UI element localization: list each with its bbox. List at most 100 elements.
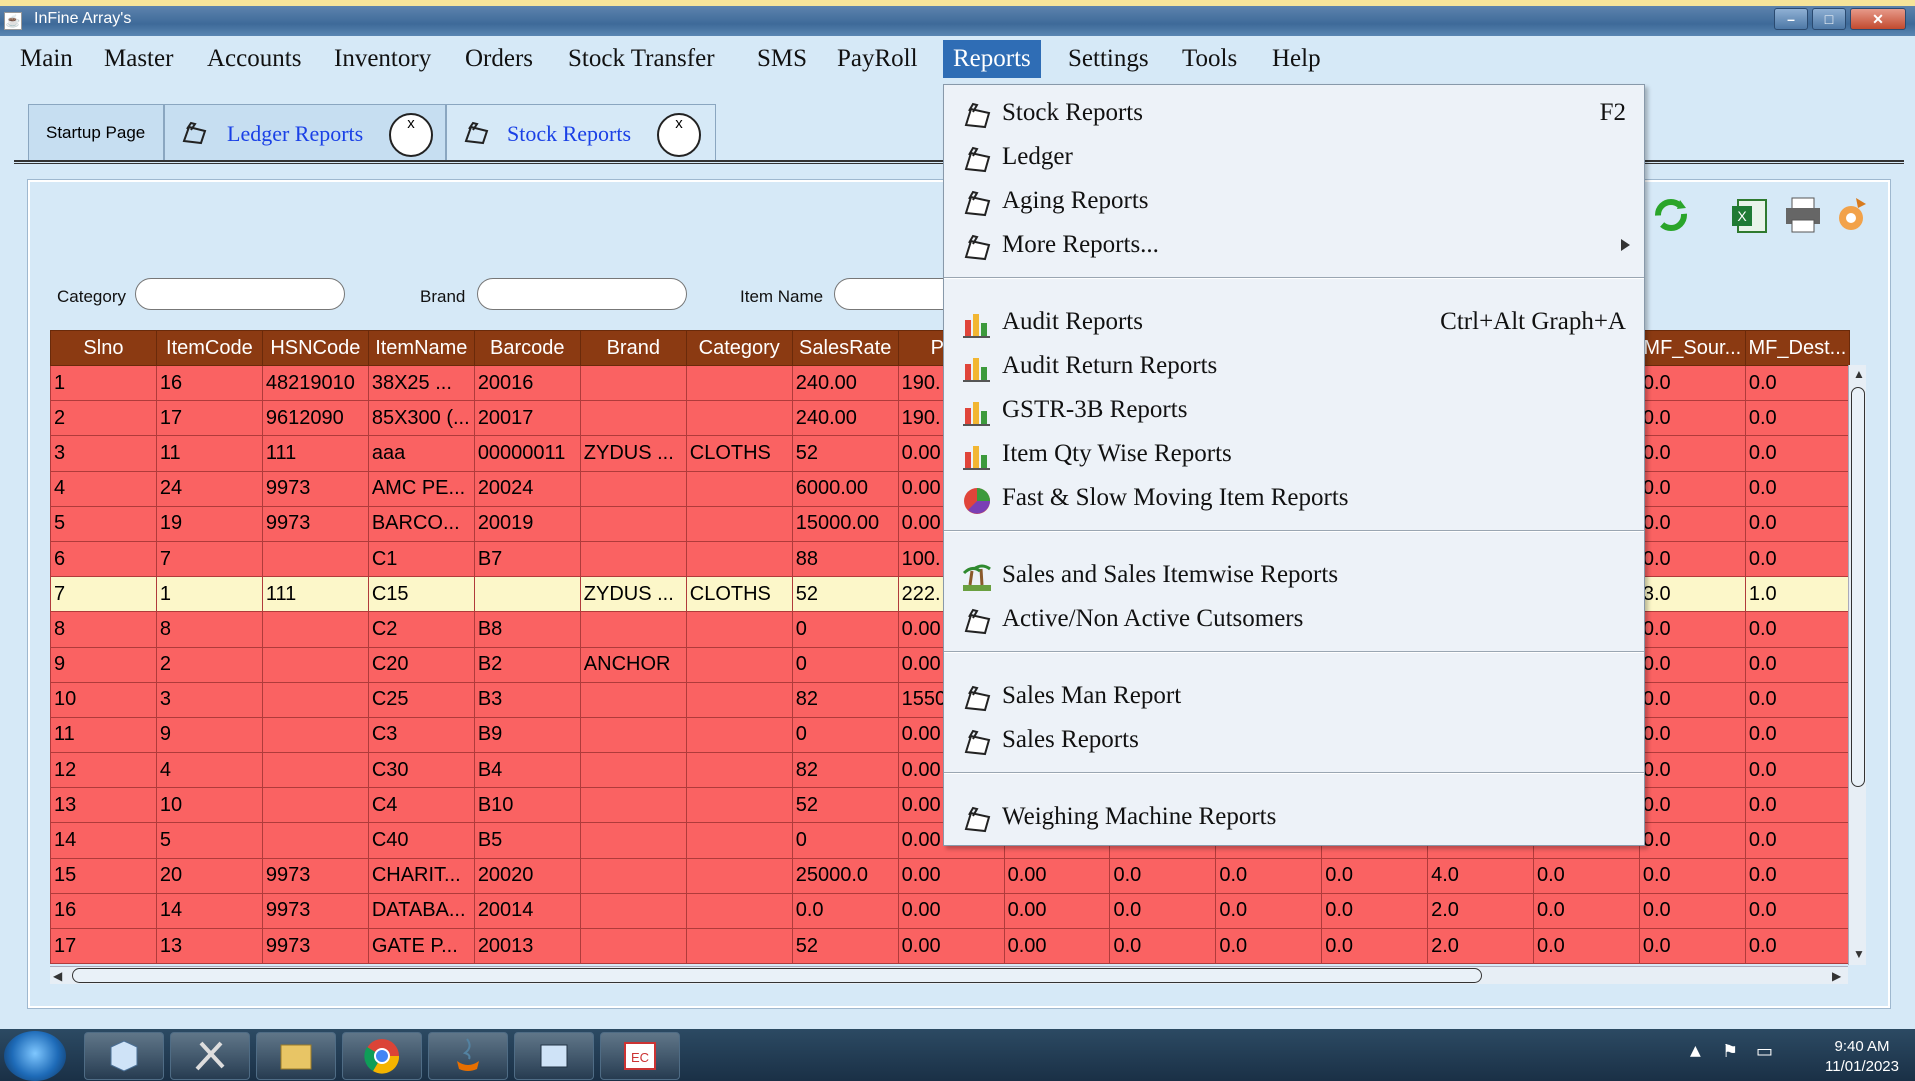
table-cell: 0.0 — [1638, 646, 1746, 683]
table-cell: 0.0 — [1744, 716, 1851, 754]
menu-inventory[interactable]: Inventory — [324, 40, 441, 78]
tab-stock-reports[interactable]: Stock Reports x — [446, 104, 716, 162]
table-cell: 16 — [155, 364, 263, 402]
scroll-thumb[interactable] — [72, 968, 1482, 983]
menu-item-label: More Reports... — [1002, 231, 1159, 258]
category-input[interactable] — [135, 278, 345, 310]
menu-item-label: Audit Reports — [1002, 308, 1143, 335]
table-cell: 0.0 — [1744, 400, 1851, 437]
menu-item-item-qty-wise-reports[interactable]: Item Qty Wise Reports — [944, 434, 1644, 478]
tab-close-button[interactable]: x — [657, 113, 701, 157]
table-cell: 9973 — [261, 857, 369, 894]
menu-sms[interactable]: SMS — [747, 40, 817, 78]
taskbar-box-app[interactable] — [84, 1032, 164, 1080]
table-cell: 0.0 — [1638, 927, 1746, 965]
excel-icon[interactable]: X — [1730, 194, 1772, 236]
column-header[interactable]: SalesRate — [791, 330, 899, 366]
menu-reports[interactable]: Reports — [943, 40, 1041, 78]
table-cell: C3 — [367, 716, 475, 754]
close-button[interactable]: ✕ — [1850, 8, 1906, 30]
start-button[interactable] — [4, 1031, 66, 1081]
java-app-icon: ☕ — [4, 12, 22, 30]
table-cell: 0.0 — [1744, 787, 1851, 824]
menu-accounts[interactable]: Accounts — [197, 40, 311, 78]
table-cell: 82 — [791, 752, 899, 789]
scroll-right-icon[interactable]: ▶ — [1832, 969, 1841, 983]
menu-item-more-reports[interactable]: More Reports... — [944, 225, 1644, 269]
column-header[interactable]: HSNCode — [261, 330, 369, 366]
table-cell: 0.0 — [1744, 435, 1851, 472]
table-cell: 88 — [791, 540, 899, 578]
column-header[interactable]: MF_Sour... — [1638, 330, 1746, 366]
menu-item-sales-and-sales-itemwise-reports[interactable]: Sales and Sales Itemwise Reports — [944, 555, 1644, 599]
taskbar-java-app[interactable] — [428, 1032, 508, 1080]
menu-item-stock-reports[interactable]: Stock Reports F2 — [944, 93, 1644, 137]
column-header[interactable]: ItemCode — [155, 330, 263, 366]
taskbar-explorer-app[interactable] — [256, 1032, 336, 1080]
taskbar-window-app[interactable] — [514, 1032, 594, 1080]
svg-text:X: X — [1737, 208, 1747, 224]
reports-menu: Stock Reports F2 Ledger Aging Reports More R… — [943, 84, 1645, 846]
scroll-down-icon[interactable]: ▼ — [1853, 947, 1865, 961]
brand-input[interactable] — [477, 278, 687, 310]
table-row[interactable]: 17 13 9973 GATE P... 20013 52 0.00 0.00 0.0 0.0 0.… — [50, 927, 1851, 965]
table-cell — [261, 787, 369, 824]
table-cell: 2 — [155, 646, 263, 683]
tab-close-button[interactable]: x — [389, 113, 433, 157]
column-header[interactable]: Category — [685, 330, 793, 366]
table-cell: 0.0 — [1638, 505, 1746, 542]
column-header[interactable]: MF_Dest... — [1744, 330, 1851, 366]
action-center-icon[interactable]: ⚑ — [1722, 1041, 1738, 1062]
menu-item-sales-man-report[interactable]: Sales Man Report — [944, 676, 1644, 720]
horizontal-scrollbar[interactable]: ◀ ▶ — [50, 966, 1848, 984]
table-cell: 0 — [791, 716, 899, 754]
tray-expand-icon[interactable]: ▲ — [1690, 1043, 1701, 1059]
menu-orders[interactable]: Orders — [455, 40, 543, 78]
scroll-up-icon[interactable]: ▲ — [1853, 367, 1865, 381]
table-cell: 5 — [155, 822, 263, 859]
table-cell: CLOTHS — [685, 576, 793, 613]
menu-payroll[interactable]: PayRoll — [827, 40, 928, 78]
menu-tools[interactable]: Tools — [1172, 40, 1247, 78]
menu-help[interactable]: Help — [1262, 40, 1331, 78]
vertical-scrollbar[interactable]: ▲ ▼ — [1848, 365, 1866, 965]
tab-label: Startup Page — [46, 123, 146, 142]
menu-item-ledger[interactable]: Ledger — [944, 137, 1644, 181]
scroll-thumb[interactable] — [1851, 387, 1865, 787]
menu-main[interactable]: Main — [10, 40, 83, 78]
column-header[interactable]: Brand — [579, 330, 687, 366]
menu-item-audit-return-reports[interactable]: Audit Return Reports — [944, 346, 1644, 390]
taskbar-clock[interactable]: 9:40 AM 11/01/2023 — [1825, 1037, 1899, 1077]
menu-stock-transfer[interactable]: Stock Transfer — [558, 40, 725, 78]
refresh-icon[interactable] — [1650, 194, 1692, 236]
menu-item-gstr-3b-reports[interactable]: GSTR-3B Reports — [944, 390, 1644, 434]
column-header[interactable]: ItemName — [367, 330, 475, 366]
taskbar-ec-app[interactable]: EC — [600, 1032, 680, 1080]
printer-icon[interactable] — [1782, 194, 1824, 236]
menu-item-weighing-machine-reports[interactable]: Weighing Machine Reports — [944, 797, 1644, 841]
menu-item-aging-reports[interactable]: Aging Reports — [944, 181, 1644, 225]
table-row[interactable]: 15 20 9973 CHARIT... 20020 25000.0 0.00 0.00 0.0… — [50, 857, 1851, 894]
maximize-button[interactable]: □ — [1812, 8, 1846, 30]
menu-master[interactable]: Master — [94, 40, 183, 78]
tab-ledger-reports[interactable]: Ledger Reports x — [164, 104, 446, 162]
network-icon[interactable]: ▭ — [1756, 1041, 1773, 1062]
taskbar-chrome-app[interactable] — [342, 1032, 422, 1080]
menu-item-active-non-active-cutsomers[interactable]: Active/Non Active Cutsomers — [944, 599, 1644, 643]
minimize-button[interactable]: – — [1774, 8, 1808, 30]
export-icon[interactable] — [1830, 194, 1872, 236]
taskbar-tools-app[interactable] — [170, 1032, 250, 1080]
column-header[interactable]: Slno — [50, 330, 157, 366]
table-cell: ANCHOR — [579, 646, 687, 683]
tab-startup-page[interactable]: Startup Page — [28, 104, 164, 162]
menu-item-fast-slow-moving-item-reports[interactable]: Fast & Slow Moving Item Reports — [944, 478, 1644, 522]
menu-item-sales-reports[interactable]: Sales Reports — [944, 720, 1644, 764]
scroll-left-icon[interactable]: ◀ — [53, 969, 62, 983]
table-row[interactable]: 16 14 9973 DATABA... 20014 0.0 0.00 0.00 0.0 0.0 0… — [50, 892, 1851, 930]
menu-settings[interactable]: Settings — [1058, 40, 1159, 78]
column-header[interactable]: Barcode — [473, 330, 581, 366]
table-cell: DATABA... — [367, 892, 475, 930]
menu-item-audit-reports[interactable]: Audit Reports Ctrl+Alt Graph+A — [944, 302, 1644, 346]
table-cell: 0.0 — [1321, 857, 1429, 894]
table-cell — [579, 540, 687, 578]
